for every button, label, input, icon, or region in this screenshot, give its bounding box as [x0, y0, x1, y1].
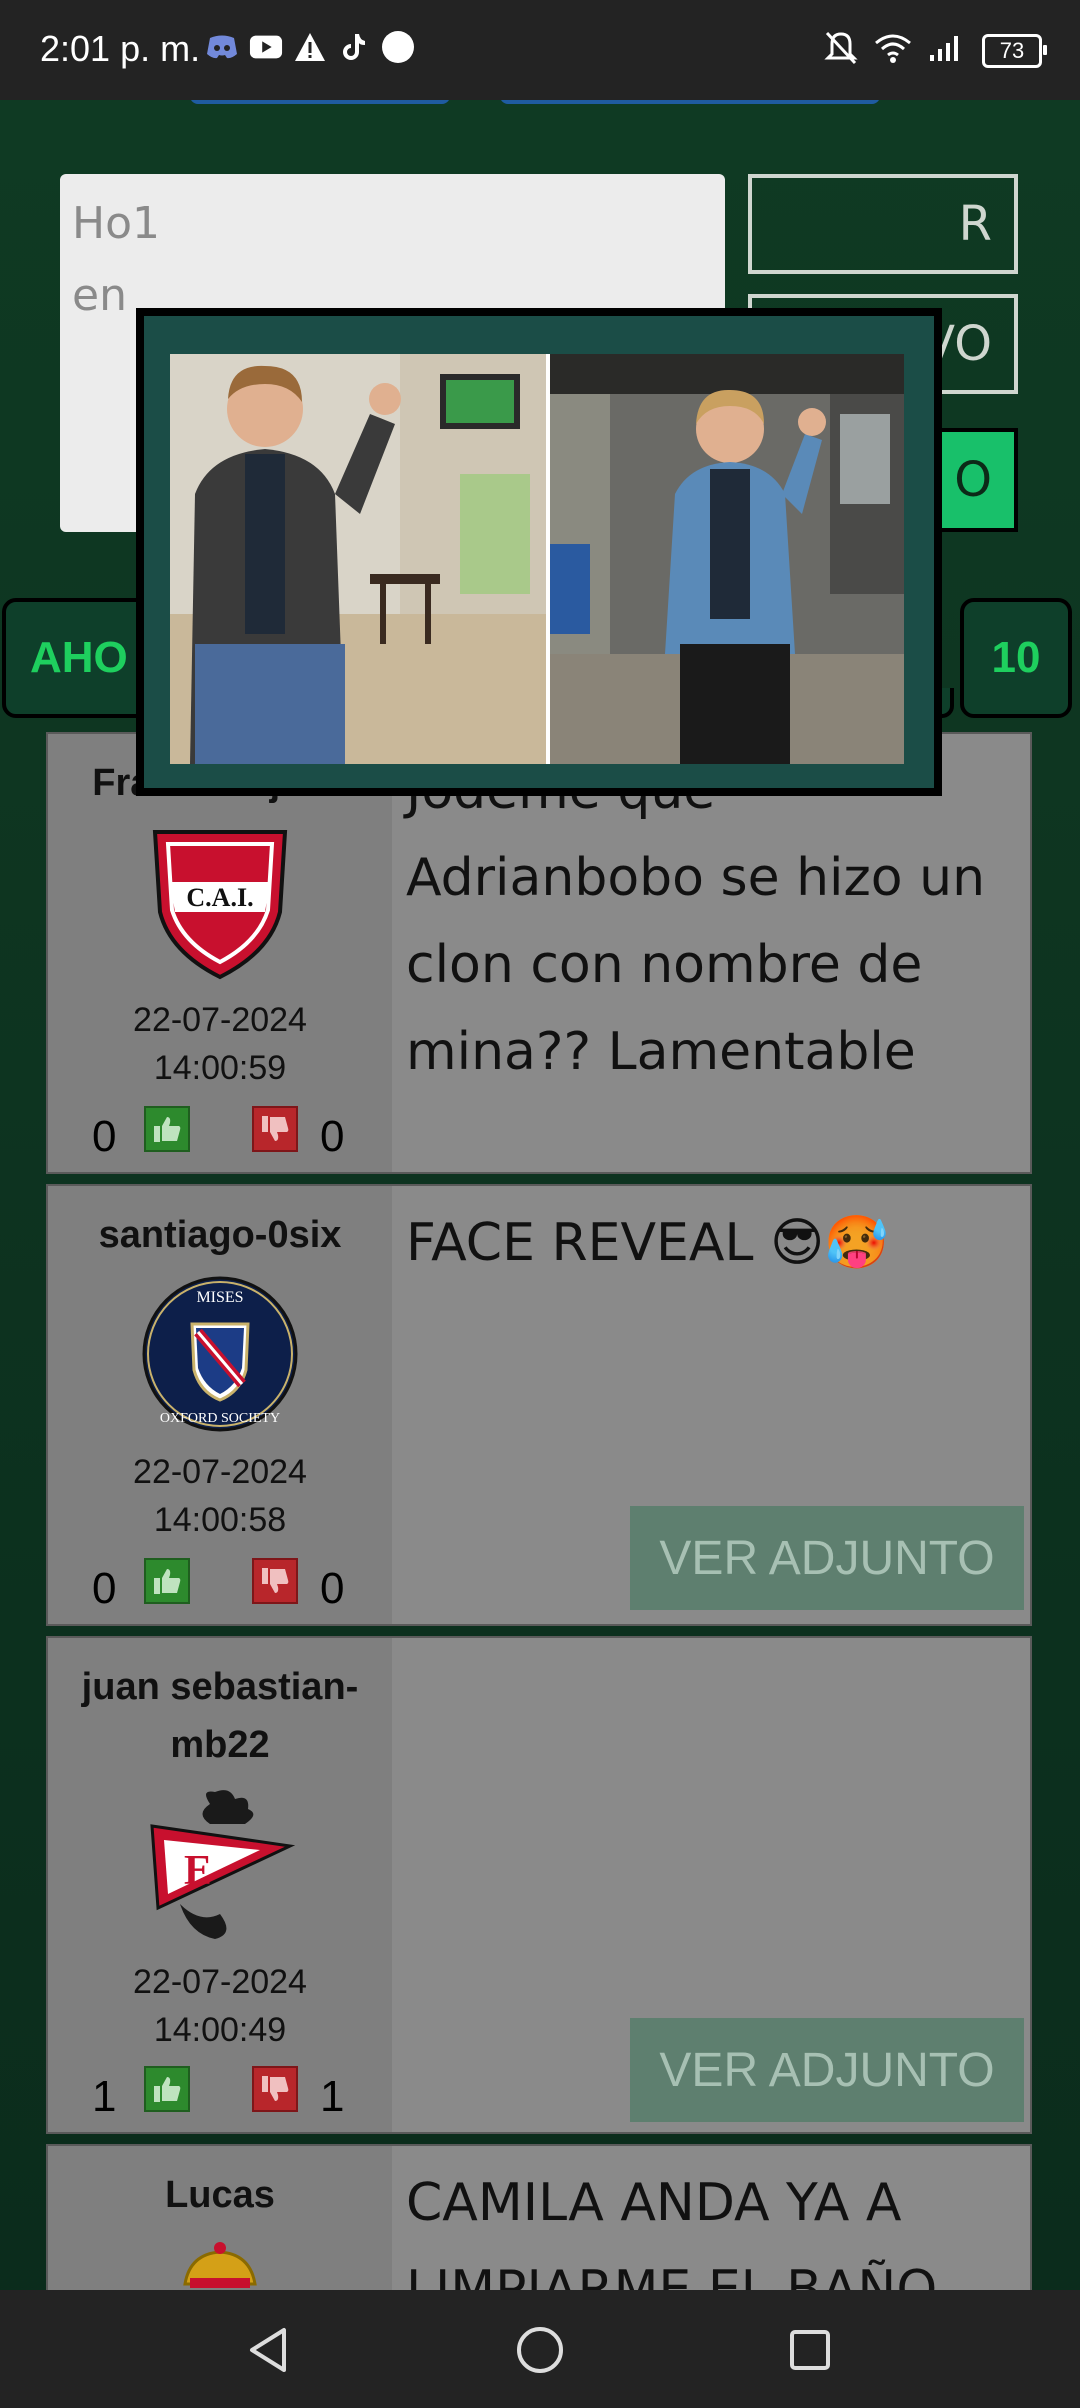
svg-text:MISES: MISES [196, 1289, 243, 1306]
votes: 0 0 [48, 1106, 392, 1166]
post-time: 14:00:58 [153, 1501, 287, 1539]
username[interactable]: santiago-0six [48, 1206, 392, 1264]
thumbs-down-icon[interactable] [252, 1558, 298, 1604]
thumbs-up-icon[interactable] [144, 1106, 190, 1152]
like-count: 1 [92, 2072, 117, 2121]
tiktok-icon [337, 30, 371, 64]
discord-icon [205, 30, 239, 64]
post-time: 14:00:49 [153, 2011, 287, 2049]
post-author-panel: juan sebastian-mb22 E 22-07-2024 14:00:4… [48, 1638, 392, 2132]
forum-page: Ho1 en R VO O AHO 10 FrancoRojo7L C.A.I. [0, 100, 1080, 2290]
youtube-icon [249, 30, 283, 64]
send-button[interactable]: R [748, 174, 1018, 274]
system-icons: 73 [824, 30, 1047, 71]
thumbs-down-icon[interactable] [252, 2066, 298, 2112]
bell-off-icon [824, 30, 858, 71]
thumbs-up-icon[interactable] [144, 1558, 190, 1604]
username[interactable]: juan sebastian-mb22 [48, 1658, 392, 1774]
estudiantes-crest-icon: E [140, 1784, 300, 1944]
independiente-crest-icon: C.A.I. [140, 822, 300, 982]
post-message: FACE REVEAL 😎🥵 [406, 1213, 889, 1273]
post-time: 14:00:59 [153, 1049, 287, 1087]
post-date: 22-07-2024 [133, 1963, 307, 2001]
username[interactable]: Lucas [48, 2166, 392, 2224]
svg-text:OXFORD SOCIETY: OXFORD SOCIETY [160, 1411, 280, 1426]
post-card: Lucas CAMILA ANDA YA A LIMPIARME EL BAÑO [46, 2144, 1032, 2290]
page-button-10[interactable]: 10 [960, 598, 1072, 718]
thumbs-up-icon[interactable] [144, 2066, 190, 2112]
mises-society-crest-icon: MISES OXFORD SOCIETY [140, 1274, 300, 1434]
dislike-count: 0 [320, 1564, 345, 1613]
clock: 2:01 p. m. [40, 28, 201, 69]
notification-icons [205, 30, 415, 64]
wifi-icon [874, 33, 912, 68]
post-card: FrancoRojo7L C.A.I. 22-07-2024 14:00:59 … [46, 732, 1032, 1174]
image-modal[interactable] [136, 308, 942, 796]
system-nav-bar [0, 2290, 1080, 2408]
battery-icon: 73 [982, 33, 1047, 68]
post-message: Jodeme que Adrianbobo se hizo un clon co… [406, 761, 986, 1082]
like-count: 0 [92, 1564, 117, 1613]
signal-icon [928, 33, 966, 68]
post-card: juan sebastian-mb22 E 22-07-2024 14:00:4… [46, 1636, 1032, 2134]
warning-icon [293, 30, 327, 64]
post-date: 22-07-2024 [133, 1453, 307, 1491]
recents-icon[interactable] [780, 2320, 840, 2380]
post-author-panel: Lucas [48, 2146, 392, 2290]
svg-text:C.A.I.: C.A.I. [186, 883, 253, 912]
votes: 0 0 [48, 1558, 392, 1618]
view-attachment-button[interactable]: VER ADJUNTO [630, 1506, 1024, 1610]
svg-text:E: E [184, 1848, 212, 1894]
top-tabs-edge [190, 100, 890, 106]
post-date: 22-07-2024 [133, 1001, 307, 1039]
thumbs-down-icon[interactable] [252, 1106, 298, 1152]
like-count: 0 [92, 1112, 117, 1161]
status-bar: 2:01 p. m. 73 [0, 0, 1080, 100]
home-icon[interactable] [510, 2320, 570, 2380]
view-attachment-button[interactable]: VER ADJUNTO [630, 2018, 1024, 2122]
real-madrid-crest-icon [140, 2234, 300, 2290]
face-reveal-image [170, 354, 904, 764]
post-message: CAMILA ANDA YA A LIMPIARME EL BAÑO [406, 2173, 938, 2290]
dot-icon [381, 30, 415, 64]
dislike-count: 0 [320, 1112, 345, 1161]
dislike-count: 1 [320, 2072, 345, 2121]
back-icon[interactable] [238, 2320, 298, 2380]
post-card: santiago-0six MISES OXFORD SOCIETY 22-07… [46, 1184, 1032, 1626]
votes: 1 1 [48, 2066, 392, 2126]
